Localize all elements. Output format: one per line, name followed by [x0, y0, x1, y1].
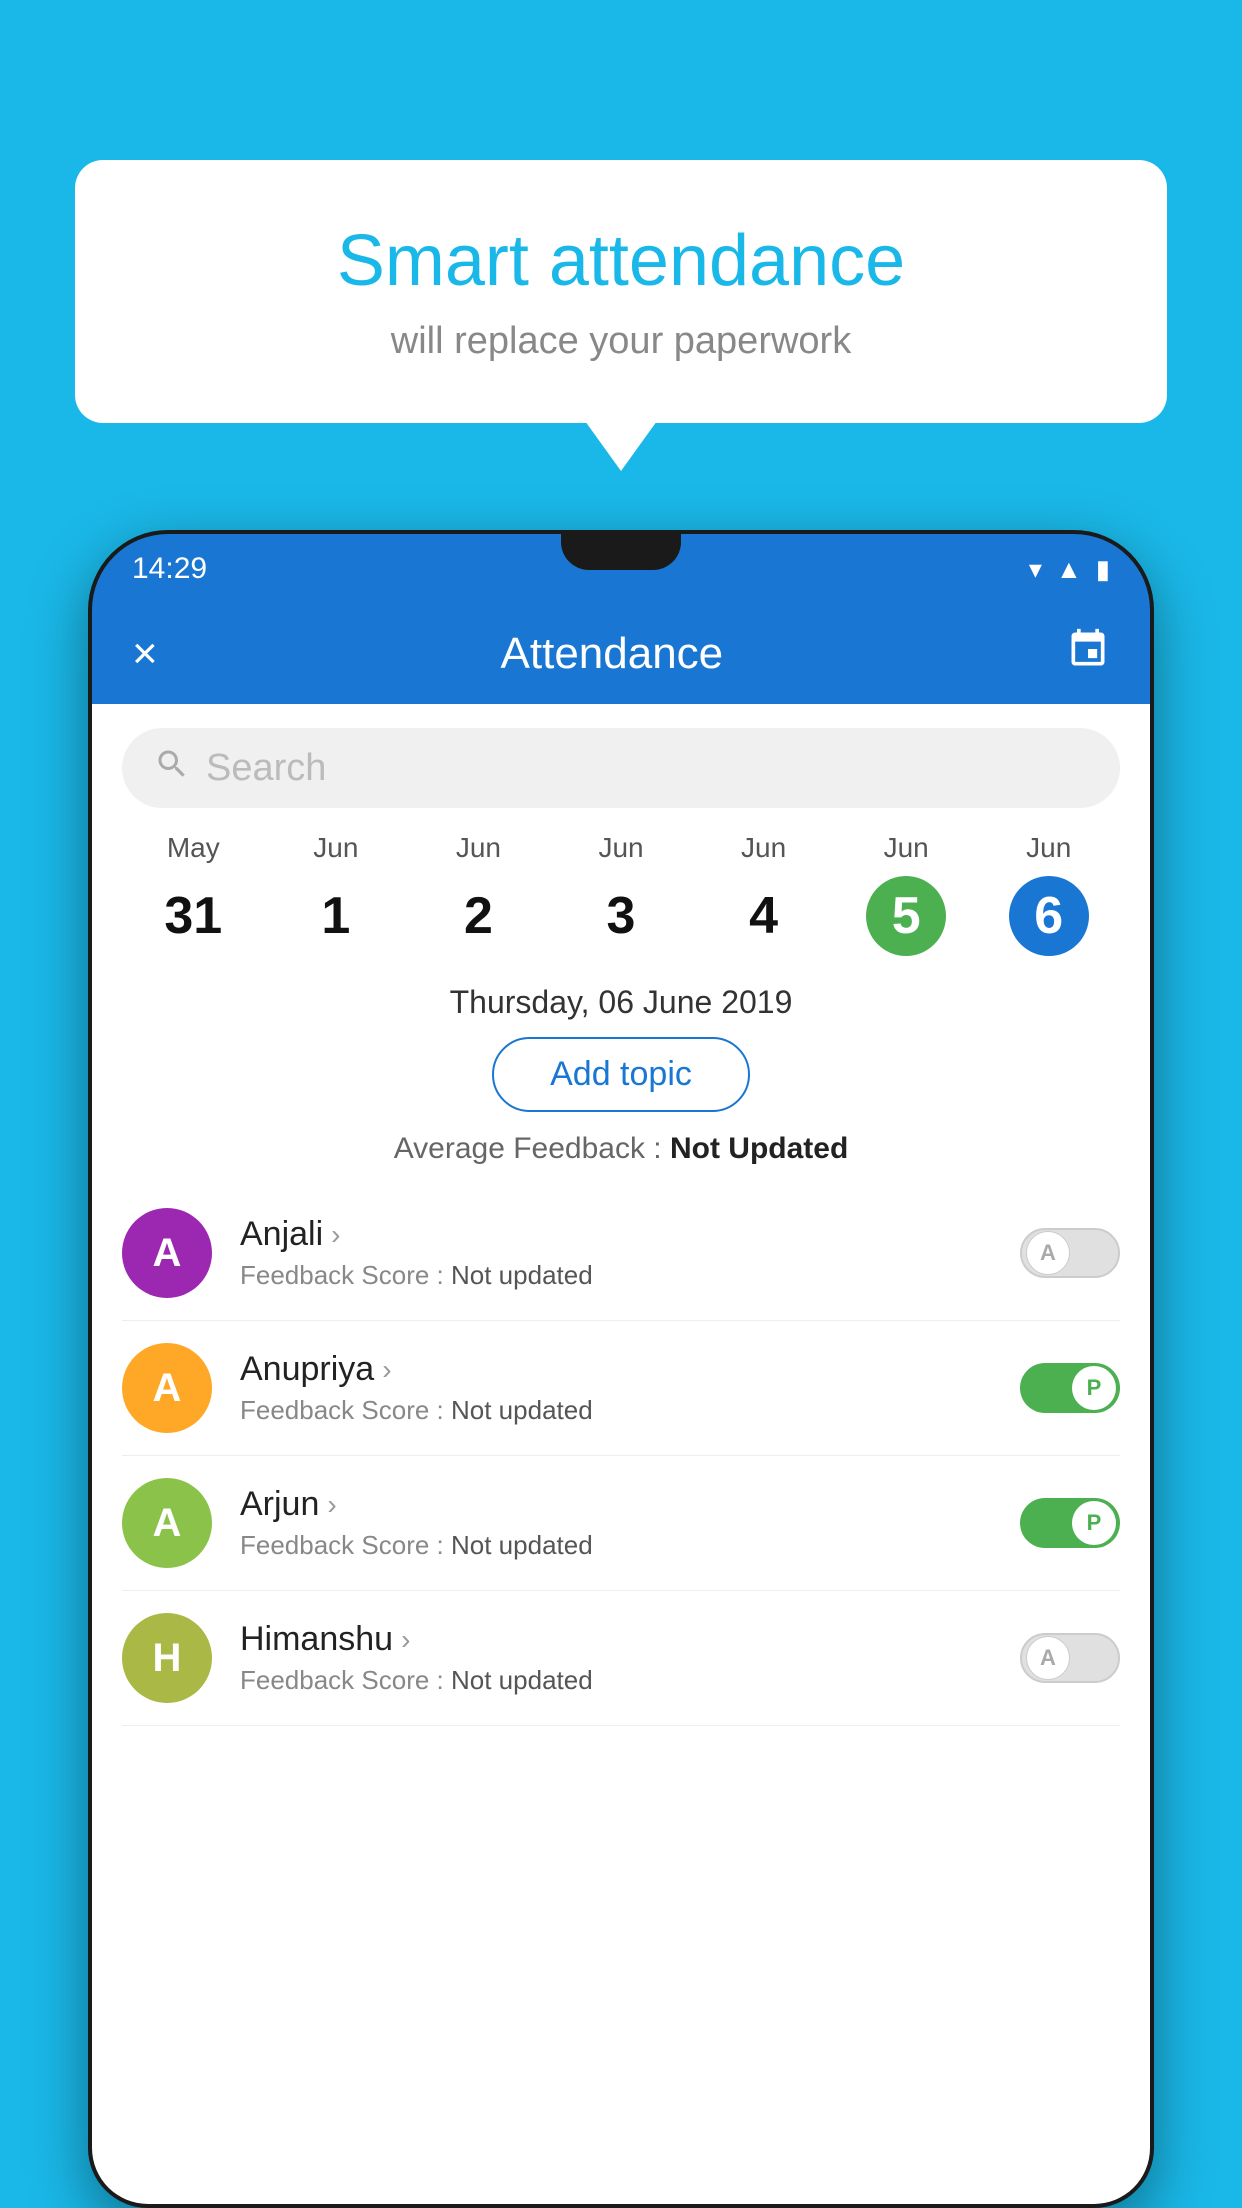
- chevron-right-icon: ›: [327, 1489, 336, 1521]
- date-day-6: 6: [1009, 876, 1089, 956]
- date-selector: May 31 Jun 1 Jun 2 Jun 3 Jun 4: [92, 832, 1150, 956]
- student-feedback: Feedback Score : Not updated: [240, 1395, 992, 1426]
- avatar: A: [122, 1478, 212, 1568]
- student-feedback: Feedback Score : Not updated: [240, 1530, 992, 1561]
- student-name: Anjali ›: [240, 1215, 992, 1254]
- phone-frame: 14:29 ▾ ▲ ▮ × Attendance: [88, 530, 1154, 2208]
- student-name-text: Himanshu: [240, 1620, 393, 1659]
- feedback-value: Not updated: [451, 1395, 593, 1425]
- feedback-label: Feedback Score :: [240, 1395, 451, 1425]
- avg-feedback-value: Not Updated: [670, 1132, 848, 1165]
- app-bar: × Attendance: [92, 604, 1150, 704]
- list-item: A Arjun › Feedback Score : Not updated P: [122, 1456, 1120, 1591]
- chevron-right-icon: ›: [401, 1624, 410, 1656]
- feedback-label: Feedback Score :: [240, 1530, 451, 1560]
- status-time: 14:29: [132, 552, 207, 586]
- date-col-1[interactable]: Jun 1: [265, 832, 408, 956]
- date-month-3: Jun: [598, 832, 643, 864]
- screen-content: Search May 31 Jun 1 Jun 2 Jun 3: [92, 704, 1150, 2204]
- notch: [561, 534, 681, 570]
- student-info[interactable]: Arjun › Feedback Score : Not updated: [240, 1485, 992, 1561]
- toggle-knob: P: [1072, 1501, 1116, 1545]
- student-feedback: Feedback Score : Not updated: [240, 1260, 992, 1291]
- date-month-5: Jun: [884, 832, 929, 864]
- speech-bubble: Smart attendance will replace your paper…: [75, 160, 1167, 423]
- attendance-toggle[interactable]: P: [1020, 1363, 1120, 1413]
- status-icons: ▾ ▲ ▮: [1029, 554, 1110, 585]
- search-placeholder: Search: [206, 747, 326, 790]
- bubble-subtitle: will replace your paperwork: [155, 320, 1087, 363]
- avatar: A: [122, 1208, 212, 1298]
- toggle-knob: A: [1026, 1231, 1070, 1275]
- avatar: H: [122, 1613, 212, 1703]
- feedback-value: Not updated: [451, 1260, 593, 1290]
- date-col-3[interactable]: Jun 3: [550, 832, 693, 956]
- search-bar[interactable]: Search: [122, 728, 1120, 808]
- student-name-text: Arjun: [240, 1485, 319, 1524]
- close-button[interactable]: ×: [132, 629, 158, 679]
- list-item: H Himanshu › Feedback Score : Not update…: [122, 1591, 1120, 1726]
- date-col-5[interactable]: Jun 5: [835, 832, 978, 956]
- date-col-4[interactable]: Jun 4: [692, 832, 835, 956]
- avg-feedback-label: Average Feedback :: [394, 1132, 670, 1165]
- feedback-label: Feedback Score :: [240, 1260, 451, 1290]
- date-col-2[interactable]: Jun 2: [407, 832, 550, 956]
- date-day-2: 2: [438, 876, 518, 956]
- attendance-toggle[interactable]: P: [1020, 1498, 1120, 1548]
- feedback-value: Not updated: [451, 1530, 593, 1560]
- student-name: Arjun ›: [240, 1485, 992, 1524]
- student-name: Himanshu ›: [240, 1620, 992, 1659]
- student-list: A Anjali › Feedback Score : Not updated …: [92, 1186, 1150, 1726]
- search-icon: [154, 746, 190, 791]
- chevron-right-icon: ›: [331, 1219, 340, 1251]
- student-info[interactable]: Himanshu › Feedback Score : Not updated: [240, 1620, 992, 1696]
- student-name-text: Anjali: [240, 1215, 323, 1254]
- list-item: A Anjali › Feedback Score : Not updated …: [122, 1186, 1120, 1321]
- student-name-text: Anupriya: [240, 1350, 374, 1389]
- student-info[interactable]: Anjali › Feedback Score : Not updated: [240, 1215, 992, 1291]
- date-month-6: Jun: [1026, 832, 1071, 864]
- attendance-toggle[interactable]: A: [1020, 1228, 1120, 1278]
- student-name: Anupriya ›: [240, 1350, 992, 1389]
- app-title: Attendance: [501, 629, 724, 679]
- speech-bubble-container: Smart attendance will replace your paper…: [75, 160, 1167, 423]
- date-day-0: 31: [153, 876, 233, 956]
- date-day-4: 4: [724, 876, 804, 956]
- date-month-4: Jun: [741, 832, 786, 864]
- status-bar: 14:29 ▾ ▲ ▮: [92, 534, 1150, 604]
- list-item: A Anupriya › Feedback Score : Not update…: [122, 1321, 1120, 1456]
- date-day-1: 1: [296, 876, 376, 956]
- average-feedback: Average Feedback : Not Updated: [92, 1132, 1150, 1166]
- date-col-0[interactable]: May 31: [122, 832, 265, 956]
- phone-inner: 14:29 ▾ ▲ ▮ × Attendance: [92, 534, 1150, 2204]
- avatar: A: [122, 1343, 212, 1433]
- bubble-title: Smart attendance: [155, 220, 1087, 302]
- date-day-3: 3: [581, 876, 661, 956]
- date-month-2: Jun: [456, 832, 501, 864]
- battery-icon: ▮: [1096, 554, 1110, 585]
- selected-date-label: Thursday, 06 June 2019: [92, 984, 1150, 1021]
- attendance-toggle[interactable]: A: [1020, 1633, 1120, 1683]
- date-col-6[interactable]: Jun 6: [977, 832, 1120, 956]
- feedback-value: Not updated: [451, 1665, 593, 1695]
- date-month-0: May: [167, 832, 220, 864]
- toggle-knob: P: [1072, 1366, 1116, 1410]
- signal-icon: ▲: [1056, 554, 1082, 585]
- student-feedback: Feedback Score : Not updated: [240, 1665, 992, 1696]
- toggle-knob: A: [1026, 1636, 1070, 1680]
- wifi-icon: ▾: [1029, 554, 1042, 585]
- feedback-label: Feedback Score :: [240, 1665, 451, 1695]
- chevron-right-icon: ›: [382, 1354, 391, 1386]
- calendar-button[interactable]: [1066, 627, 1110, 682]
- date-month-1: Jun: [313, 832, 358, 864]
- date-day-5: 5: [866, 876, 946, 956]
- add-topic-button[interactable]: Add topic: [492, 1037, 750, 1112]
- student-info[interactable]: Anupriya › Feedback Score : Not updated: [240, 1350, 992, 1426]
